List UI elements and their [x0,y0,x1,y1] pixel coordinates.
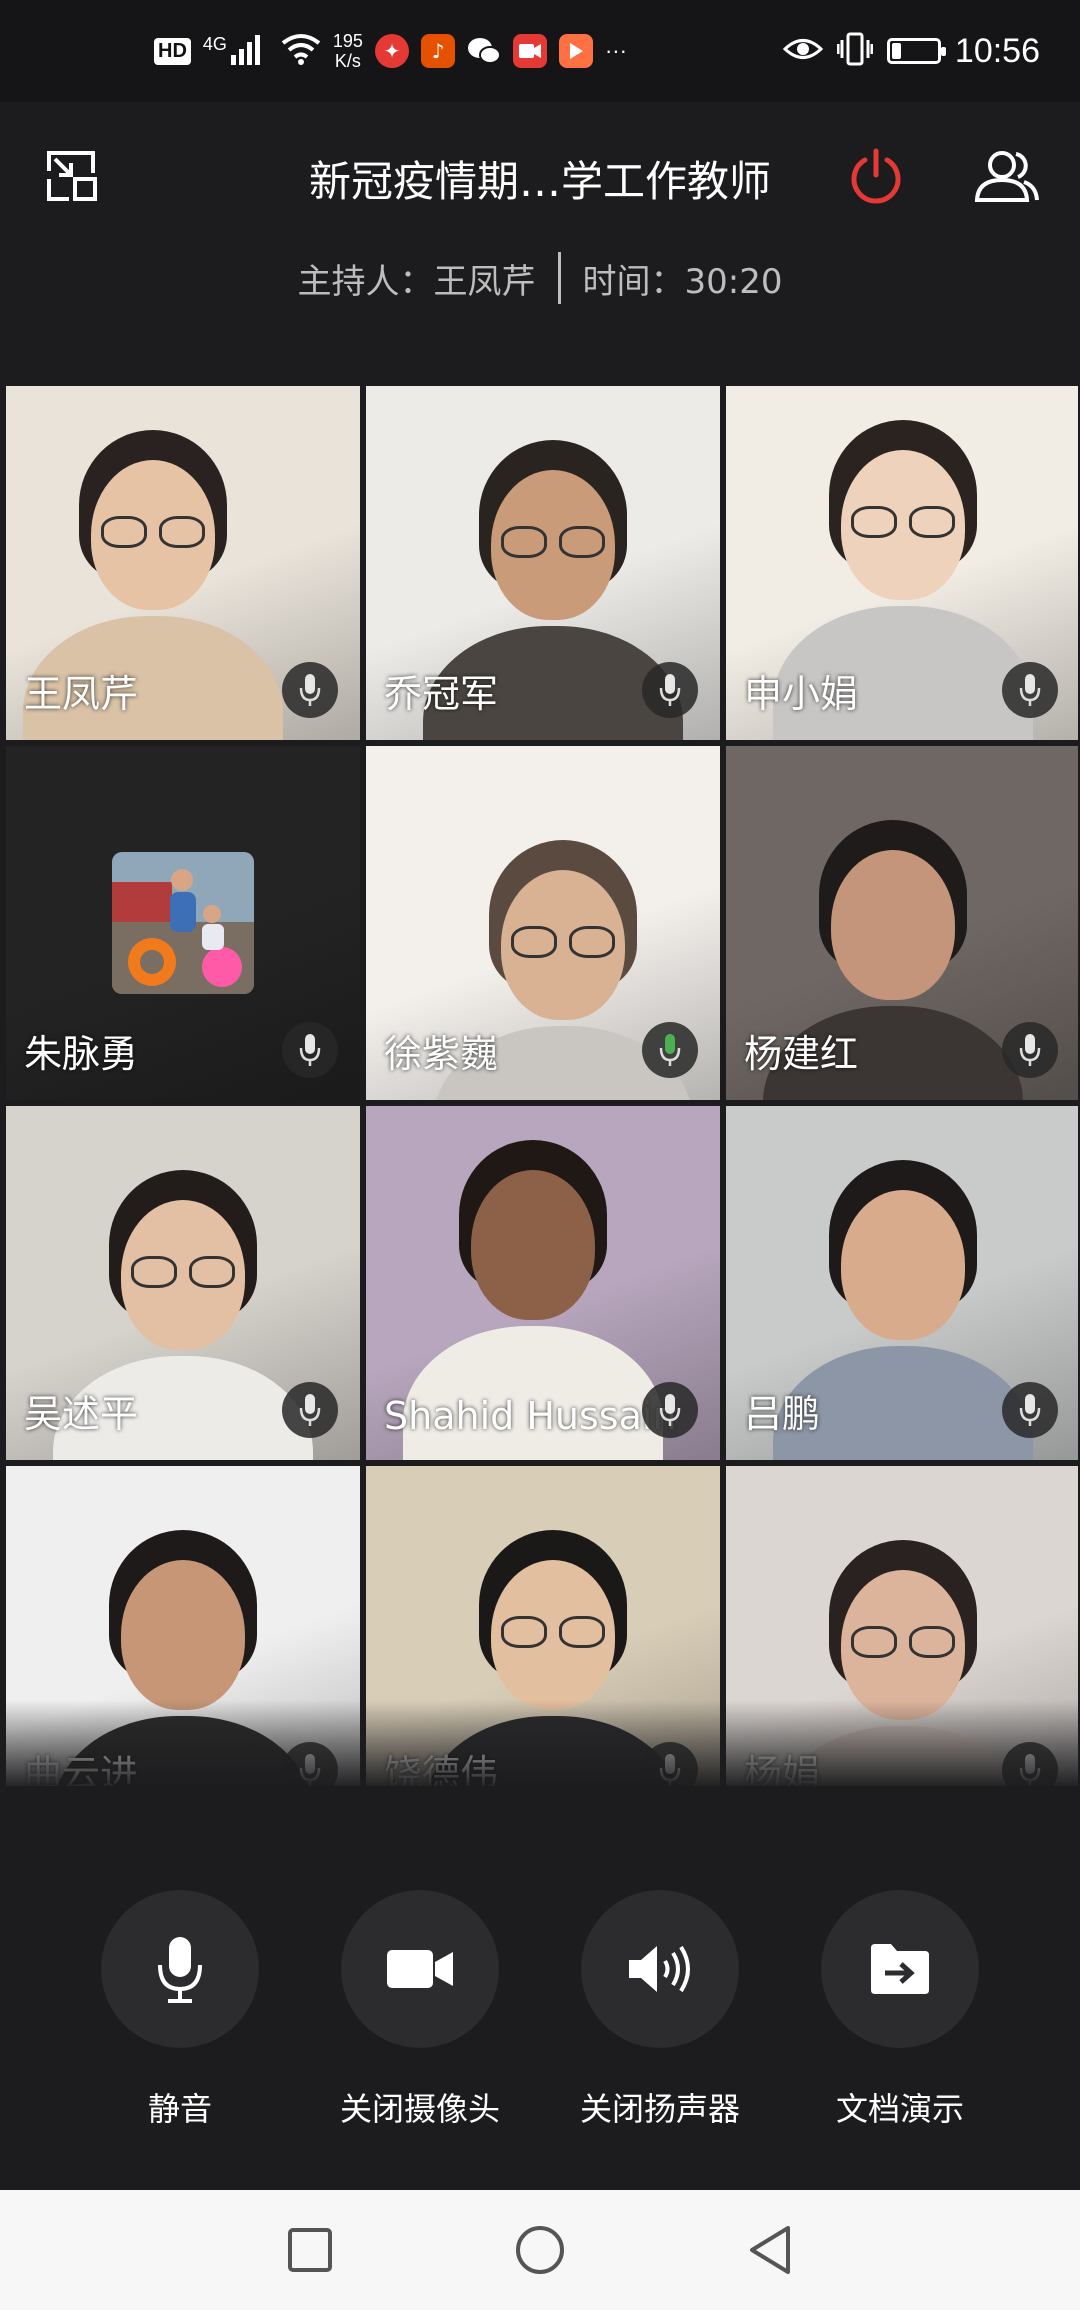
participant-tile[interactable]: Shahid Hussain [366,1106,720,1460]
power-icon [851,148,901,204]
participant-tile[interactable]: 乔冠军 [366,386,720,740]
eye-comfort-icon [782,34,824,68]
participant-mic-icon [282,1022,338,1078]
participants-button[interactable] [974,146,1040,206]
participant-tile[interactable]: 吕鹏 [726,1106,1078,1460]
square-icon [288,2228,332,2272]
battery-icon [886,38,946,64]
participant-tile[interactable]: 杨建红 [726,746,1078,1100]
participant-name: 吴述平 [24,1392,139,1436]
avatar [112,852,254,994]
participant-name: 王凤芹 [24,672,139,716]
camera-off-button[interactable]: 关闭摄像头 [300,1890,540,2130]
listen-app-icon: ♪ [420,34,455,68]
meeting-meta: 主持人：王凤芹 时间：30:20 [0,252,1080,304]
minimize-button[interactable] [42,146,102,206]
clock: 10:56 [954,31,1040,70]
mute-label: 静音 [147,2090,212,2128]
video-grid: 王凤芹乔冠军申小娟朱脉勇徐紫巍杨建红吴述平Shahid Hussain吕鹏曲云进… [6,386,1078,1786]
play-app-icon [558,34,593,68]
recents-button[interactable] [280,2220,340,2280]
folder-share-icon [871,1944,929,1994]
speaker-circle[interactable] [581,1890,739,2048]
leave-meeting-button[interactable] [846,146,906,206]
status-bar: HD 4G 195 K/s ✦ ♪ ··· 10:56 [0,0,1080,102]
circle-icon [516,2226,564,2274]
meeting-toolbar: 静音 关闭摄像头 关闭扬声器 文档演示 [0,1890,1080,2150]
mute-circle[interactable] [101,1890,259,2048]
weibo-app-icon: ✦ [374,34,409,68]
video-camera-icon [387,1950,453,1988]
doc-share-label: 文档演示 [835,2090,964,2128]
elapsed-time: 时间：30:20 [582,261,783,302]
more-notifications: ··· [604,38,627,63]
net-speed: 195 K/s [333,31,363,71]
participant-mic-icon [1002,1022,1058,1078]
minimize-window-icon [47,151,97,201]
back-button[interactable] [740,2220,800,2280]
meeting-title: 新冠疫情期…学工作教师 [308,157,771,206]
participant-tile[interactable]: 徐紫巍 [366,746,720,1100]
participant-mic-icon [642,1022,698,1078]
wifi-icon [281,33,321,69]
network-type: 4G [202,33,227,54]
signal-icon [230,33,269,69]
participant-mic-icon [1002,662,1058,718]
system-nav-bar [0,2190,1080,2310]
status-left: HD 4G 195 K/s ✦ ♪ ··· [154,0,627,102]
speaker-icon [629,1945,690,1993]
doc-share-circle[interactable] [821,1890,979,2048]
camera-off-label: 关闭摄像头 [339,2090,500,2128]
status-right: 10:56 [782,0,1040,102]
wechat-app-icon [467,34,501,68]
microphone-icon [158,1937,202,2003]
participants-icon [974,151,1039,202]
meta-divider [557,252,561,304]
net-speed-unit: K/s [334,51,361,71]
participant-tile[interactable]: 王凤芹 [6,386,360,740]
doc-share-button[interactable]: 文档演示 [780,1890,1020,2130]
participant-mic-icon [282,1382,338,1438]
participant-name: 申小娟 [744,672,859,716]
host-label: 主持人：王凤芹 [297,261,536,302]
participant-name: 徐紫巍 [384,1032,499,1076]
participant-name: 乔冠军 [384,672,499,716]
participant-mic-icon [282,662,338,718]
video-app-icon [512,34,547,68]
participant-name: 吕鹏 [744,1392,821,1436]
participant-tile[interactable]: 朱脉勇 [6,746,360,1100]
participant-mic-icon [1002,1382,1058,1438]
net-speed-value: 195 [332,31,363,51]
participant-mic-icon [642,662,698,718]
speaker-off-label: 关闭扬声器 [579,2090,740,2128]
mute-button[interactable]: 静音 [60,1890,300,2130]
speaker-off-button[interactable]: 关闭扬声器 [540,1890,780,2130]
vibrate-icon [836,32,874,70]
triangle-back-icon [750,2226,790,2274]
participant-mic-icon [642,1382,698,1438]
participant-name: 朱脉勇 [24,1032,139,1076]
grid-fade [0,1700,1080,1790]
participant-tile[interactable]: 吴述平 [6,1106,360,1460]
home-button[interactable] [510,2220,570,2280]
meeting-header [0,102,1080,352]
hd-badge: HD [154,37,191,65]
battery-level [891,43,901,59]
participant-name: 杨建红 [744,1032,859,1076]
camera-circle[interactable] [341,1890,499,2048]
participant-tile[interactable]: 申小娟 [726,386,1078,740]
participant-name: Shahid Hussain [384,1394,677,1438]
